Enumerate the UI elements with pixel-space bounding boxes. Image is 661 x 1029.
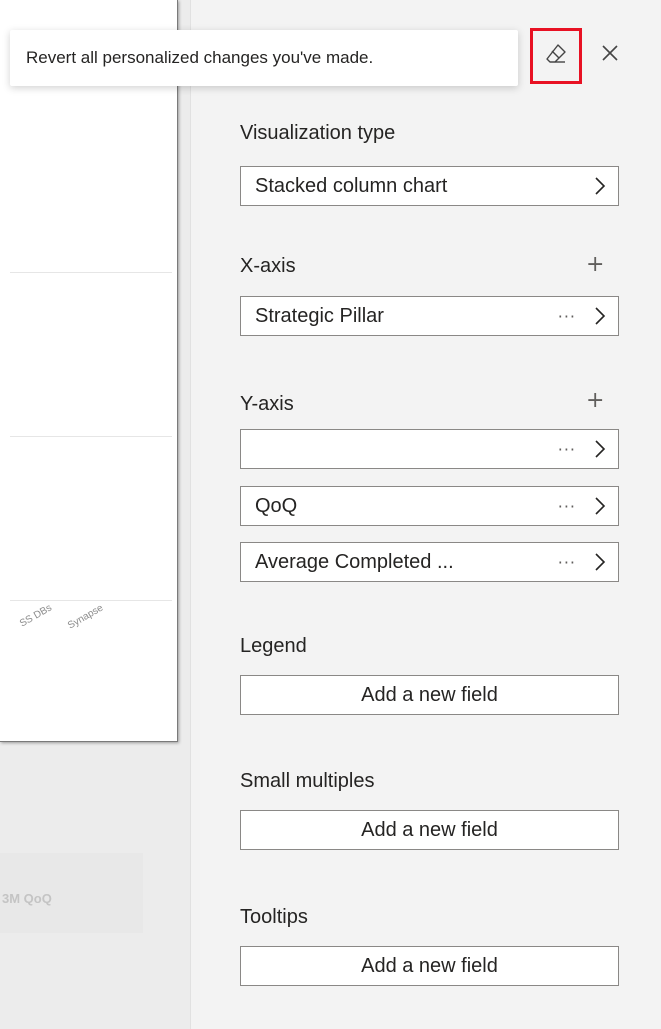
chevron-right-icon[interactable]	[594, 439, 606, 459]
y-axis-field-value: QoQ	[255, 494, 298, 517]
chevron-right-icon[interactable]	[594, 552, 606, 572]
gridline	[10, 272, 172, 273]
add-y-axis-button[interactable]: +	[586, 388, 604, 413]
more-options-icon[interactable]: ···	[558, 440, 576, 459]
y-axis-field[interactable]: Average Completed ... ···	[240, 542, 619, 582]
chevron-right-icon[interactable]	[594, 306, 606, 326]
legend-add-field[interactable]: Add a new field	[240, 675, 619, 715]
visualization-type-label: Visualization type	[240, 122, 396, 144]
small-multiples-label: Small multiples	[240, 770, 375, 792]
legend-label: Legend	[240, 635, 307, 657]
y-axis-label: Y-axis	[240, 393, 294, 415]
card-visual[interactable]: 3M QoQ	[0, 853, 143, 933]
small-multiples-add-field[interactable]: Add a new field	[240, 810, 619, 850]
small-multiples-add-field-text: Add a new field	[361, 818, 498, 841]
y-axis-field[interactable]: ···	[240, 429, 619, 469]
tooltip-text: Revert all personalized changes you've m…	[26, 48, 374, 67]
close-icon	[601, 44, 619, 66]
x-axis-field[interactable]: Strategic Pillar ···	[240, 296, 619, 336]
more-options-icon[interactable]: ···	[558, 307, 576, 326]
y-axis-field-value: Average Completed ...	[255, 550, 454, 573]
add-x-axis-button[interactable]: +	[586, 252, 604, 277]
gridline	[10, 436, 172, 437]
more-options-icon[interactable]: ···	[558, 553, 576, 572]
tooltips-add-field-text: Add a new field	[361, 954, 498, 977]
tooltips-add-field[interactable]: Add a new field	[240, 946, 619, 986]
chevron-right-icon	[594, 176, 606, 196]
visualization-type-value: Stacked column chart	[255, 174, 448, 197]
tooltips-label: Tooltips	[240, 906, 308, 928]
x-axis-field-value: Strategic Pillar	[255, 304, 384, 327]
y-axis-field[interactable]: QoQ ···	[240, 486, 619, 526]
chevron-right-icon[interactable]	[594, 496, 606, 516]
close-button[interactable]	[590, 30, 630, 80]
tooltip: Revert all personalized changes you've m…	[10, 30, 518, 86]
x-axis-tick-label: Synapse	[66, 602, 106, 632]
visualization-type-dropdown[interactable]: Stacked column chart	[240, 166, 619, 206]
report-canvas: SS DBs Synapse 3M QoQ	[0, 0, 190, 1029]
x-axis-tick-label: SS DBs	[18, 602, 54, 630]
revert-button[interactable]	[530, 28, 582, 84]
x-axis-label: X-axis	[240, 255, 296, 277]
eraser-icon	[544, 42, 568, 70]
chart-visual[interactable]: SS DBs Synapse	[0, 0, 178, 742]
legend-add-field-text: Add a new field	[361, 683, 498, 706]
card-label: 3M QoQ	[2, 891, 52, 906]
gridline	[10, 600, 172, 601]
more-options-icon[interactable]: ···	[558, 497, 576, 516]
